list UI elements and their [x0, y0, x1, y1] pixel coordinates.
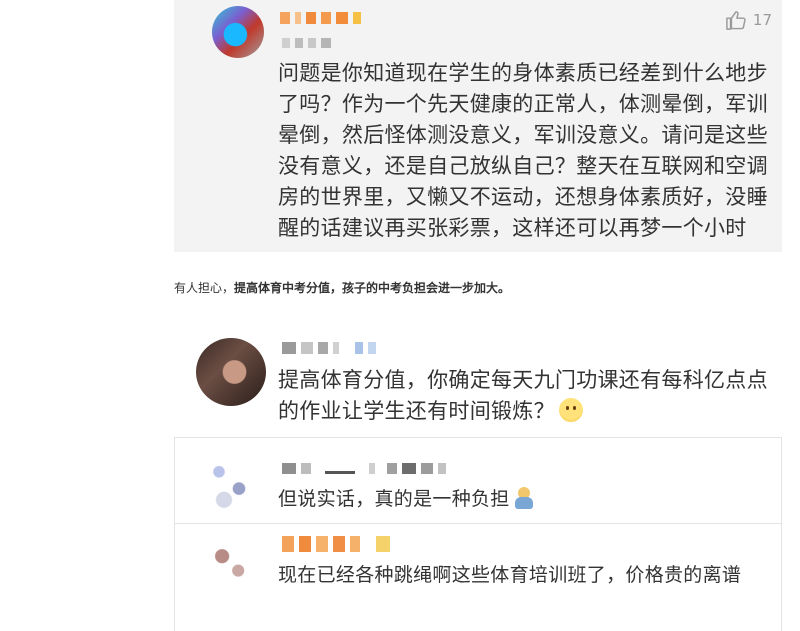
username-blurred[interactable]: [282, 342, 381, 354]
reply-divider: [174, 523, 782, 524]
like-count: 17: [752, 11, 772, 29]
avatar[interactable]: [206, 537, 252, 585]
username-blurred[interactable]: [282, 463, 451, 474]
comment-text: 提高体育分值，你确定每天九门功课还有每科亿点点的作业让学生还有时间锻炼？: [278, 365, 778, 427]
reply-text: 现在已经各种跳绳啊这些体育培训班了，价格贵的离谱: [278, 564, 742, 586]
like-button[interactable]: 17: [725, 10, 772, 30]
replies-panel: [174, 437, 782, 631]
username-blurred[interactable]: [280, 12, 366, 24]
thumbs-up-icon: [726, 11, 746, 30]
meta-blurred: [282, 38, 336, 48]
avatar[interactable]: [212, 6, 264, 58]
comment-text: 问题是你知道现在学生的身体素质已经差到什么地步了吗？作为一个先天健康的正常人，体…: [278, 61, 768, 240]
smile-emoji-icon: [558, 398, 583, 422]
avatar[interactable]: [204, 455, 254, 511]
comment-text-body: 提高体育分值，你确定每天九门功课还有每科亿点点的作业让学生还有时间锻炼？: [278, 368, 768, 423]
reply-text: 但说实话，真的是一种负担: [278, 485, 534, 514]
reply-text-body: 但说实话，真的是一种负担: [278, 488, 510, 510]
username-blurred[interactable]: [282, 536, 395, 552]
person-burden-emoji-icon: [514, 487, 534, 509]
avatar[interactable]: [196, 338, 266, 406]
caption-prefix: 有人担心，: [174, 281, 235, 295]
article-caption: 有人担心，提高体育中考分值，孩子的中考负担会进一步加大。: [174, 279, 510, 296]
caption-bold: 提高体育中考分值，孩子的中考负担会进一步加大。: [234, 281, 511, 295]
